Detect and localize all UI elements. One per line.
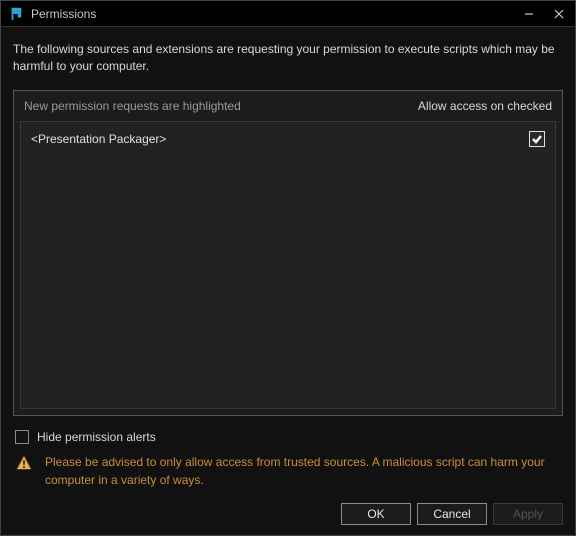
window-title: Permissions: [31, 7, 517, 21]
warning-row: Please be advised to only allow access f…: [13, 454, 563, 489]
list-item[interactable]: <Presentation Packager>: [21, 122, 555, 156]
panel-action-label: Allow access on checked: [418, 99, 552, 113]
minimize-button[interactable]: [517, 4, 541, 24]
button-row: OK Cancel Apply: [13, 503, 563, 525]
cancel-button[interactable]: Cancel: [417, 503, 487, 525]
titlebar: Permissions: [1, 1, 575, 27]
intro-text: The following sources and extensions are…: [13, 41, 563, 76]
hide-alerts-row: Hide permission alerts: [13, 430, 563, 444]
hide-alerts-label: Hide permission alerts: [37, 430, 156, 444]
apply-button: Apply: [493, 503, 563, 525]
requests-list: <Presentation Packager>: [20, 121, 556, 409]
app-icon: [9, 7, 23, 21]
list-item-label: <Presentation Packager>: [31, 132, 529, 146]
close-button[interactable]: [547, 4, 571, 24]
window-controls: [517, 4, 571, 24]
panel-hint: New permission requests are highlighted: [24, 99, 241, 113]
warning-text: Please be advised to only allow access f…: [45, 454, 561, 489]
hide-alerts-checkbox[interactable]: [15, 430, 29, 444]
panel-header: New permission requests are highlighted …: [14, 91, 562, 121]
ok-button[interactable]: OK: [341, 503, 411, 525]
requests-panel: New permission requests are highlighted …: [13, 90, 563, 416]
warning-icon: [15, 454, 35, 472]
dialog-content: The following sources and extensions are…: [1, 27, 575, 535]
allow-checkbox[interactable]: [529, 131, 545, 147]
